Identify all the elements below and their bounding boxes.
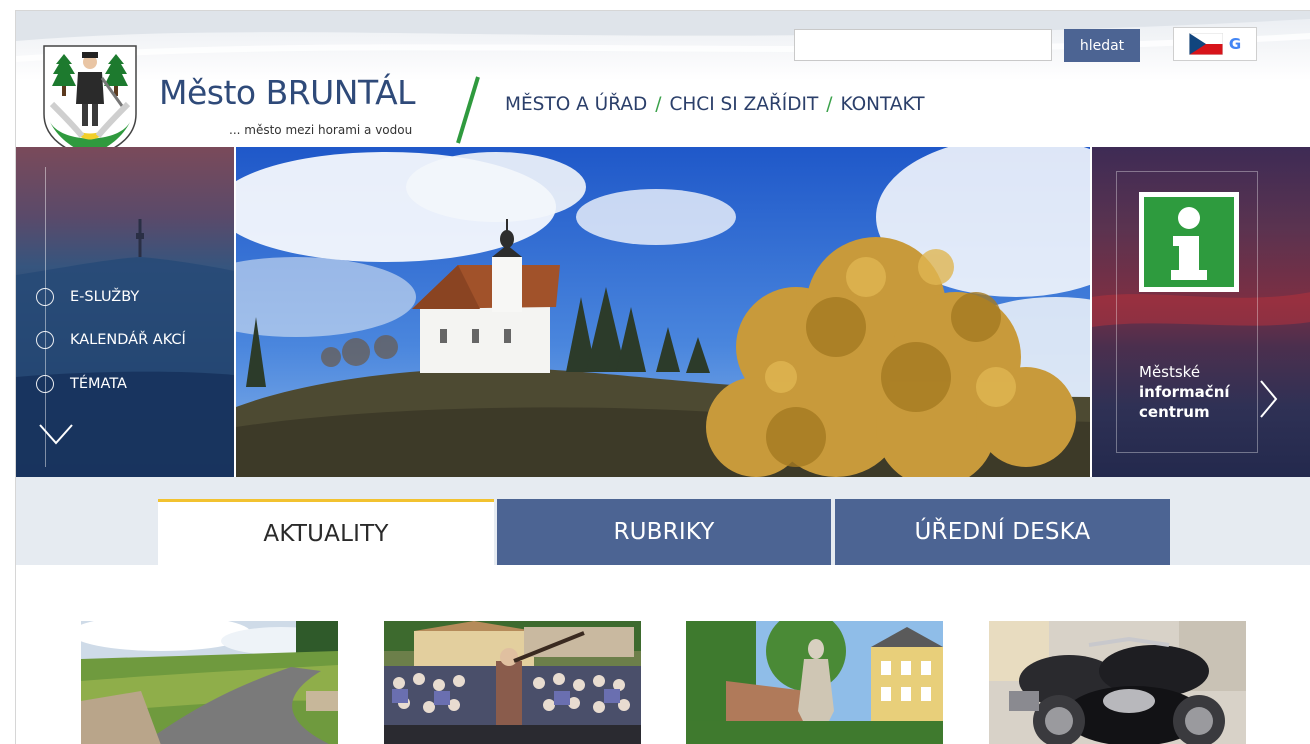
news-image bbox=[989, 621, 1246, 744]
info-icon bbox=[1139, 192, 1239, 292]
hero-image bbox=[236, 147, 1090, 477]
info-centre-line3: centrum bbox=[1139, 403, 1210, 421]
tab-aktuality[interactable]: AKTUALITY bbox=[158, 499, 494, 565]
cz-flag-icon bbox=[1188, 33, 1223, 55]
news-thumbnail-road[interactable] bbox=[81, 621, 338, 744]
nav-kontakt[interactable]: KONTAKT bbox=[841, 94, 925, 115]
quick-link-label: KALENDÁŘ AKCÍ bbox=[70, 332, 186, 348]
news-image bbox=[81, 621, 338, 744]
info-centre-label: Městské informační centrum bbox=[1139, 362, 1230, 422]
info-centre-line1: Městské bbox=[1139, 363, 1201, 381]
tab-rubriky[interactable]: RUBRIKY bbox=[497, 499, 831, 565]
news-image bbox=[686, 621, 943, 744]
info-centre-panel: Městské informační centrum bbox=[1092, 147, 1310, 477]
language-translate-button[interactable]: G bbox=[1173, 27, 1257, 61]
site-header: Město BRUNTÁL ... město mezi horami a vo… bbox=[16, 11, 1310, 158]
hero-photo-church-on-hill bbox=[234, 147, 1092, 477]
news-list bbox=[16, 565, 1310, 744]
nav-separator: / bbox=[826, 94, 833, 115]
site-title[interactable]: Město BRUNTÁL bbox=[159, 73, 416, 112]
hero-section: E-SLUŽBY KALENDÁŘ AKCÍ TÉMATA Městské in… bbox=[16, 147, 1310, 477]
news-thumbnail-statue[interactable] bbox=[686, 621, 943, 744]
quick-link-temata[interactable]: TÉMATA bbox=[36, 375, 127, 393]
search-button[interactable]: hledat bbox=[1064, 29, 1140, 62]
tab-uredni-deska[interactable]: ÚŘEDNÍ DESKA bbox=[835, 499, 1170, 565]
info-centre-line2: informační bbox=[1139, 383, 1230, 401]
site-tagline: ... město mezi horami a vodou bbox=[229, 123, 413, 137]
nav-separator: / bbox=[655, 94, 662, 115]
quick-links-panel: E-SLUŽBY KALENDÁŘ AKCÍ TÉMATA bbox=[16, 147, 234, 477]
search-input[interactable] bbox=[794, 29, 1052, 61]
nav-mesto-a-urad[interactable]: MĚSTO A ÚŘAD bbox=[505, 94, 647, 115]
quick-link-e-sluzby[interactable]: E-SLUŽBY bbox=[36, 288, 139, 306]
bullet-circle-icon bbox=[36, 288, 54, 306]
google-translate-icon: G bbox=[1228, 35, 1242, 53]
chevron-right-icon[interactable] bbox=[1258, 379, 1278, 419]
quick-link-label: TÉMATA bbox=[70, 376, 127, 392]
green-slash-decoration bbox=[456, 76, 480, 144]
nav-chci-si-zaridit[interactable]: CHCI SI ZAŘÍDIT bbox=[669, 94, 818, 115]
bullet-circle-icon bbox=[36, 375, 54, 393]
city-crest-logo[interactable] bbox=[42, 44, 138, 158]
quick-links-line bbox=[45, 167, 46, 467]
page: Město BRUNTÁL ... město mezi horami a vo… bbox=[15, 10, 1310, 744]
bullet-circle-icon bbox=[36, 331, 54, 349]
chevron-down-icon[interactable] bbox=[38, 423, 74, 445]
news-thumbnail-motorcycles[interactable] bbox=[989, 621, 1246, 744]
quick-link-label: E-SLUŽBY bbox=[70, 289, 140, 305]
info-centre-link[interactable]: Městské informační centrum bbox=[1116, 171, 1258, 453]
main-navigation: MĚSTO A ÚŘAD / CHCI SI ZAŘÍDIT / KONTAKT bbox=[505, 94, 925, 115]
quick-link-kalendar-akci[interactable]: KALENDÁŘ AKCÍ bbox=[36, 331, 186, 349]
news-image bbox=[384, 621, 641, 744]
news-thumbnail-concert[interactable] bbox=[384, 621, 641, 744]
